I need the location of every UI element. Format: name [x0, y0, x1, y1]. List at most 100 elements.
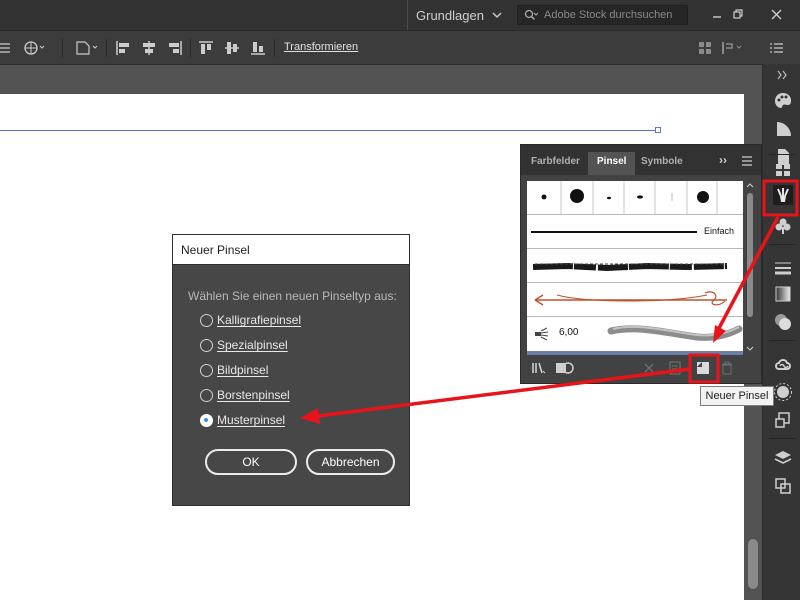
asset-export-icon[interactable] — [773, 410, 793, 430]
minimize-icon — [713, 16, 721, 18]
separator — [62, 39, 63, 57]
anchor-point[interactable] — [655, 127, 661, 133]
brush-libraries-icon[interactable] — [531, 361, 547, 375]
creative-cloud-libraries-icon[interactable] — [773, 354, 793, 374]
option-label: Borstenpinsel — [217, 388, 290, 402]
document-tab-strip — [0, 64, 762, 94]
stock-search-input[interactable]: Adobe Stock durchsuchen — [517, 5, 688, 25]
layers-icon[interactable] — [773, 448, 793, 468]
remove-brush-stroke-icon[interactable] — [643, 362, 655, 374]
panel-toggle-icon[interactable] — [0, 39, 16, 57]
artboards-icon[interactable] — [773, 476, 793, 496]
search-icon — [524, 9, 538, 21]
option-label: Musterpinsel — [217, 413, 286, 427]
bristle-brush-icon — [535, 327, 549, 341]
dialog-title: Neuer Pinsel — [173, 235, 409, 265]
separator — [190, 39, 191, 57]
collapse-panels-icon[interactable] — [777, 70, 789, 80]
workspace-label: Grundlagen — [416, 7, 484, 23]
dock-separator — [769, 438, 795, 439]
right-panel-dock — [762, 64, 800, 600]
align-middle-icon[interactable] — [223, 39, 241, 57]
option-label: Bildpinsel — [217, 363, 269, 377]
stroke-icon[interactable] — [773, 258, 793, 278]
dialog-prompt: Wählen Sie einen neuen Pinseltyp aus: — [188, 289, 397, 303]
align-bottom-icon[interactable] — [249, 39, 267, 57]
dock-separator — [769, 244, 795, 245]
tab-symbole[interactable]: Symbole — [632, 152, 692, 175]
appearance-icon[interactable] — [773, 382, 793, 402]
radio-button[interactable] — [200, 313, 213, 327]
basic-brush-label: Einfach — [704, 226, 735, 236]
arrow-stroke-preview — [534, 291, 727, 306]
bristle-size: 6,00 — [559, 327, 579, 338]
align-center-icon[interactable] — [140, 39, 158, 57]
menu-list-icon[interactable] — [768, 39, 786, 57]
align-top-icon[interactable] — [197, 39, 215, 57]
restore-button[interactable] — [726, 4, 750, 24]
brushes-icon[interactable] — [773, 185, 793, 205]
arrange-icon[interactable] — [720, 39, 746, 57]
transparency-icon[interactable] — [773, 312, 793, 332]
swatches-icon[interactable] — [773, 160, 793, 180]
color-guide-icon[interactable] — [773, 119, 793, 139]
separator — [274, 39, 275, 57]
new-brush-tooltip: Neuer Pinsel — [700, 386, 774, 406]
search-placeholder: Adobe Stock durchsuchen — [544, 9, 673, 21]
libraries-panel-icon[interactable] — [555, 360, 575, 376]
new-brush-dialog: Neuer Pinsel Wählen Sie einen neuen Pins… — [172, 234, 410, 506]
option-calligraphic-brush[interactable]: Kalligrafiepinsel — [200, 311, 301, 329]
bristle-stroke-preview — [607, 325, 743, 341]
new-brush-icon[interactable] — [696, 361, 710, 375]
option-bristle-brush[interactable]: Borstenpinsel — [200, 386, 290, 404]
radio-button[interactable] — [200, 388, 213, 402]
bristle-brush-row[interactable]: 6,00 — [527, 317, 743, 351]
panel-tab-bar: Farbfelder Pinsel Symbole ›› — [521, 145, 761, 175]
workspace-switcher[interactable]: Grundlagen — [407, 0, 503, 30]
option-pattern-brush[interactable]: Musterpinsel — [200, 411, 285, 429]
panel-collapse-button[interactable]: ›› — [719, 153, 727, 167]
symbols-icon[interactable] — [773, 216, 793, 236]
align-right-icon[interactable] — [166, 39, 184, 57]
control-bar: Transformieren — [0, 30, 800, 64]
brush-options-icon[interactable] — [669, 361, 681, 375]
option-label: Kalligrafiepinsel — [217, 313, 302, 327]
separator — [106, 39, 107, 57]
brush-list: Einfach 6,00 — [527, 181, 743, 353]
tab-farbfelder[interactable]: Farbfelder — [522, 152, 589, 175]
align-left-icon[interactable] — [114, 39, 132, 57]
option-art-brush[interactable]: Bildpinsel — [200, 361, 268, 379]
basic-brush-row[interactable]: Einfach — [527, 215, 743, 249]
color-palette-icon[interactable] — [773, 91, 793, 111]
charcoal-stroke-preview — [532, 262, 728, 272]
calligraphic-brush-tips[interactable] — [527, 181, 743, 215]
charcoal-brush-row[interactable] — [527, 249, 743, 283]
guide-line — [0, 130, 658, 131]
cancel-button[interactable]: Abbrechen — [306, 449, 395, 475]
recolor-artwork-icon[interactable] — [22, 39, 46, 57]
option-scatter-brush[interactable]: Spezialpinsel — [200, 336, 288, 354]
radio-button[interactable] — [200, 338, 213, 352]
trash-icon[interactable] — [721, 361, 733, 375]
tab-pinsel[interactable]: Pinsel — [588, 152, 636, 175]
scrollbar-thumb[interactable] — [748, 539, 758, 589]
radio-button-checked[interactable] — [200, 413, 213, 427]
arrow-brush-row[interactable] — [527, 283, 743, 317]
panel-menu-icon[interactable] — [741, 155, 753, 167]
isolate-group-icon[interactable] — [696, 39, 714, 57]
title-bar: Grundlagen Adobe Stock durchsuchen — [0, 0, 800, 30]
document-setup-icon[interactable] — [74, 39, 100, 57]
calligraphic-brushes-row — [527, 181, 743, 215]
transform-link[interactable]: Transformieren — [284, 41, 358, 53]
radio-button[interactable] — [200, 363, 213, 377]
brush-list-scrollbar[interactable] — [745, 181, 755, 353]
brushes-panel: Farbfelder Pinsel Symbole ›› Einfach 6,0… — [520, 144, 762, 384]
dock-separator — [769, 340, 795, 341]
gradient-icon[interactable] — [773, 284, 793, 304]
ok-button[interactable]: OK — [205, 449, 297, 475]
panel-bottom-bar — [521, 355, 761, 383]
dock-separator — [769, 154, 795, 155]
chevron-down-icon — [492, 12, 502, 19]
close-button[interactable] — [764, 4, 788, 24]
option-label: Spezialpinsel — [217, 338, 288, 352]
